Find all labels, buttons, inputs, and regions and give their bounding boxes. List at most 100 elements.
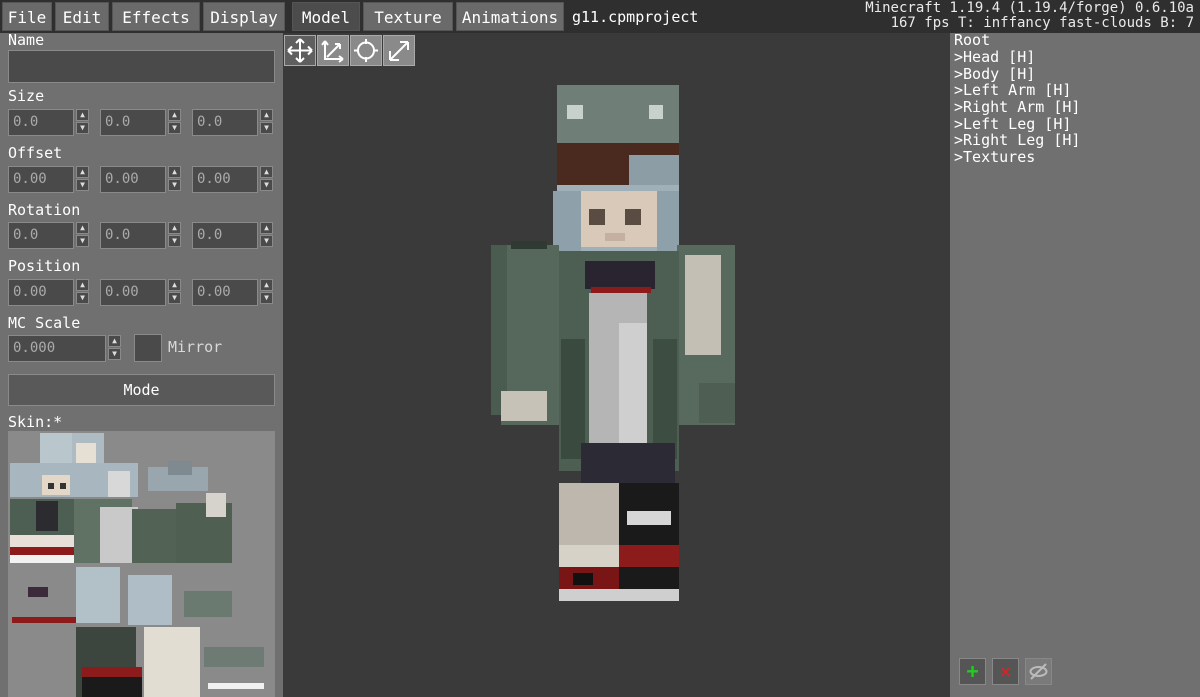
model-tree-panel: Root >Head [H] >Body [H] >Left Arm [H] >… xyxy=(950,32,1200,697)
scale-tool-button[interactable] xyxy=(383,35,415,66)
expand-arrow-icon[interactable]: > xyxy=(954,98,963,116)
expand-arrow-icon[interactable]: > xyxy=(954,131,963,149)
skin-texture-preview[interactable] xyxy=(8,431,275,697)
rotation-z-spinner[interactable]: ▲ ▼ xyxy=(260,222,273,248)
spinner-down-icon[interactable]: ▼ xyxy=(260,179,273,191)
mc-scale-spinner[interactable]: ▲ ▼ xyxy=(108,335,121,361)
position-z-spinner[interactable]: ▲ ▼ xyxy=(260,279,273,305)
rotate-icon xyxy=(354,39,378,62)
position-label: Position xyxy=(8,257,81,275)
rotation-y-spinner[interactable]: ▲ ▼ xyxy=(168,222,181,248)
menu-edit[interactable]: Edit xyxy=(55,2,109,31)
tab-texture[interactable]: Texture xyxy=(363,2,453,31)
position-x-input[interactable]: 0.00 xyxy=(8,279,74,306)
spinner-down-icon[interactable]: ▼ xyxy=(168,292,181,304)
offset-label: Offset xyxy=(8,144,63,162)
spinner-down-icon[interactable]: ▼ xyxy=(76,179,89,191)
move-icon xyxy=(287,38,313,63)
move-tool-button[interactable] xyxy=(284,35,316,66)
tab-model[interactable]: Model xyxy=(292,2,360,31)
offset-y-spinner[interactable]: ▲ ▼ xyxy=(168,166,181,192)
spinner-up-icon[interactable]: ▲ xyxy=(76,222,89,234)
properties-panel: Name Size 0.0 ▲ ▼ 0.0 ▲ ▼ 0.0 ▲ ▼ Offset 0.… xyxy=(0,31,283,697)
spinner-up-icon[interactable]: ▲ xyxy=(168,109,181,121)
resize-icon xyxy=(321,40,344,63)
position-z-input[interactable]: 0.00 xyxy=(192,279,258,306)
eye-slash-icon xyxy=(1029,663,1048,680)
spinner-up-icon[interactable]: ▲ xyxy=(76,279,89,291)
rotation-z-input[interactable]: 0.0 xyxy=(192,222,258,249)
rotation-x-spinner[interactable]: ▲ ▼ xyxy=(76,222,89,248)
spinner-up-icon[interactable]: ▲ xyxy=(168,279,181,291)
spinner-up-icon[interactable]: ▲ xyxy=(108,335,121,347)
tab-animations[interactable]: Animations xyxy=(456,2,564,31)
spinner-up-icon[interactable]: ▲ xyxy=(260,109,273,121)
spinner-down-icon[interactable]: ▼ xyxy=(168,122,181,134)
tree-item-textures[interactable]: >Textures xyxy=(954,149,1035,165)
spinner-down-icon[interactable]: ▼ xyxy=(76,235,89,247)
hide-element-button[interactable] xyxy=(1025,658,1052,685)
rotate-tool-button[interactable] xyxy=(350,35,382,66)
rotation-y-input[interactable]: 0.0 xyxy=(100,222,166,249)
name-input[interactable] xyxy=(8,50,275,83)
menu-file[interactable]: File xyxy=(2,2,52,31)
size-y-input[interactable]: 0.0 xyxy=(100,109,166,136)
offset-x-input[interactable]: 0.00 xyxy=(8,166,74,193)
offset-z-spinner[interactable]: ▲ ▼ xyxy=(260,166,273,192)
expand-arrow-icon[interactable]: > xyxy=(954,81,963,99)
spinner-down-icon[interactable]: ▼ xyxy=(76,292,89,304)
spinner-up-icon[interactable]: ▲ xyxy=(260,222,273,234)
rotation-x-input[interactable]: 0.0 xyxy=(8,222,74,249)
offset-x-spinner[interactable]: ▲ ▼ xyxy=(76,166,89,192)
mirror-checkbox[interactable] xyxy=(134,334,162,362)
scale-icon xyxy=(389,41,409,61)
tree-item-label: Right Arm [H] xyxy=(963,98,1081,116)
tree-item-left-arm[interactable]: >Left Arm [H] xyxy=(954,82,1071,98)
tree-item-body[interactable]: >Body [H] xyxy=(954,66,1035,82)
size-x-input[interactable]: 0.0 xyxy=(8,109,74,136)
spinner-up-icon[interactable]: ▲ xyxy=(168,166,181,178)
position-y-spinner[interactable]: ▲ ▼ xyxy=(168,279,181,305)
model-viewport[interactable] xyxy=(283,33,950,697)
offset-y-input[interactable]: 0.00 xyxy=(100,166,166,193)
spinner-down-icon[interactable]: ▼ xyxy=(260,122,273,134)
spinner-down-icon[interactable]: ▼ xyxy=(168,179,181,191)
character-model[interactable] xyxy=(489,83,749,653)
resize-tool-button[interactable] xyxy=(317,35,349,66)
mirror-label: Mirror xyxy=(168,338,223,356)
position-x-spinner[interactable]: ▲ ▼ xyxy=(76,279,89,305)
tree-item-label: Right Leg [H] xyxy=(963,131,1081,149)
spinner-down-icon[interactable]: ▼ xyxy=(168,235,181,247)
add-element-button[interactable]: + xyxy=(959,658,986,685)
delete-element-button[interactable]: ✕ xyxy=(992,658,1019,685)
spinner-up-icon[interactable]: ▲ xyxy=(76,109,89,121)
spinner-down-icon[interactable]: ▼ xyxy=(108,348,121,360)
tree-root[interactable]: Root xyxy=(954,32,990,48)
spinner-up-icon[interactable]: ▲ xyxy=(168,222,181,234)
spinner-up-icon[interactable]: ▲ xyxy=(260,279,273,291)
offset-z-input[interactable]: 0.00 xyxy=(192,166,258,193)
expand-arrow-icon[interactable]: > xyxy=(954,148,963,166)
spinner-up-icon[interactable]: ▲ xyxy=(76,166,89,178)
size-x-spinner[interactable]: ▲ ▼ xyxy=(76,109,89,135)
expand-arrow-icon[interactable]: > xyxy=(954,48,963,66)
mc-scale-input[interactable]: 0.000 xyxy=(8,335,106,362)
mode-button[interactable]: Mode xyxy=(8,374,275,406)
minecraft-version-text: Minecraft 1.19.4 (1.19.4/forge) 0.6.10a xyxy=(865,0,1194,16)
spinner-up-icon[interactable]: ▲ xyxy=(260,166,273,178)
tree-item-right-arm[interactable]: >Right Arm [H] xyxy=(954,99,1080,115)
size-z-input[interactable]: 0.0 xyxy=(192,109,258,136)
tree-item-label: Left Arm [H] xyxy=(963,81,1072,99)
spinner-down-icon[interactable]: ▼ xyxy=(260,235,273,247)
menu-display[interactable]: Display xyxy=(203,2,285,31)
spinner-down-icon[interactable]: ▼ xyxy=(260,292,273,304)
size-z-spinner[interactable]: ▲ ▼ xyxy=(260,109,273,135)
menu-effects[interactable]: Effects xyxy=(112,2,200,31)
tree-item-left-leg[interactable]: >Left Leg [H] xyxy=(954,116,1071,132)
tree-item-right-leg[interactable]: >Right Leg [H] xyxy=(954,132,1080,148)
tree-item-head[interactable]: >Head [H] xyxy=(954,49,1035,65)
tree-item-label: Head [H] xyxy=(963,48,1036,66)
position-y-input[interactable]: 0.00 xyxy=(100,279,166,306)
size-y-spinner[interactable]: ▲ ▼ xyxy=(168,109,181,135)
spinner-down-icon[interactable]: ▼ xyxy=(76,122,89,134)
